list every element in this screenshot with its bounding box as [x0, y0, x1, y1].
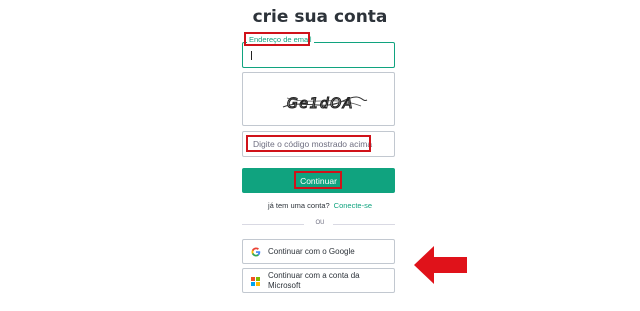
text-caret: [251, 51, 252, 60]
microsoft-icon: [251, 277, 260, 286]
email-field[interactable]: [242, 42, 395, 68]
captcha-graphic: Ge1dOA: [282, 95, 368, 113]
signin-link[interactable]: Conecte-se: [334, 201, 372, 210]
divider-label: OU: [315, 220, 325, 226]
signin-row: já tem uma conta? Conecte-se: [0, 201, 640, 210]
email-field-label: Endereço de email: [247, 35, 314, 44]
continue-button-label: Continuar: [300, 175, 337, 186]
red-arrow-icon: [414, 246, 467, 284]
divider-line-right: [333, 224, 395, 225]
captcha-image: Ge1dOA: [242, 72, 395, 126]
google-signin-label: Continuar com o Google: [268, 247, 355, 256]
google-icon: [251, 247, 261, 257]
google-signin-button[interactable]: Continuar com o Google: [242, 239, 395, 264]
signin-prompt: já tem uma conta?: [267, 201, 330, 210]
continue-button[interactable]: Continuar: [242, 168, 395, 193]
captcha-code-placeholder: Digite o código mostrado acima: [253, 139, 373, 149]
captcha-code-input[interactable]: Digite o código mostrado acima: [242, 131, 395, 157]
microsoft-signin-button[interactable]: Continuar com a conta da Microsoft: [242, 268, 395, 293]
microsoft-signin-label: Continuar com a conta da Microsoft: [268, 271, 360, 290]
captcha-text: Ge1dOA: [287, 96, 354, 112]
page-title: crie sua conta: [252, 7, 388, 27]
